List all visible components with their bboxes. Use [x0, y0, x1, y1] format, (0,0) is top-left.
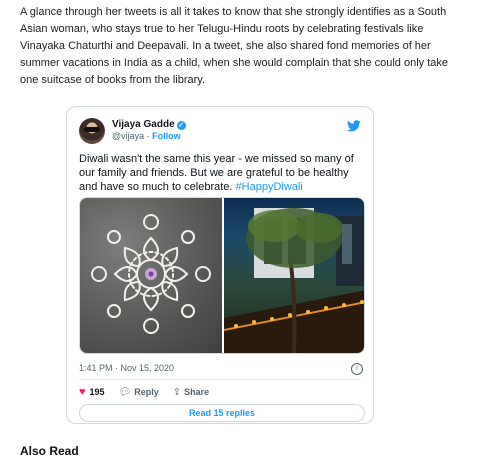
tweet-timestamp[interactable]: 1:41 PM · Nov 15, 2020 [79, 363, 174, 373]
article-paragraph: A glance through her tweets is all it ta… [20, 6, 449, 86]
verified-badge-icon: ✓ [176, 121, 186, 130]
like-count[interactable]: 195 [90, 387, 105, 397]
tweet-text: Diwali wasn't the same this year - we mi… [79, 152, 359, 194]
also-read-heading: Also Read [20, 444, 79, 458]
share-icon[interactable]: ⇪ [173, 387, 181, 398]
tweet-header: Vijaya Gadde ✓ @vijaya · Follow [79, 118, 361, 148]
heart-icon[interactable]: ♥ [79, 386, 86, 398]
author-handle[interactable]: @vijaya [112, 131, 144, 141]
twitter-bird-icon[interactable] [347, 120, 361, 132]
reply-button[interactable]: Reply [134, 387, 159, 397]
embedded-tweet[interactable]: Vijaya Gadde ✓ @vijaya · Follow Diwali wa… [66, 106, 374, 424]
read-replies-button[interactable]: Read 15 replies [79, 404, 365, 422]
info-icon[interactable]: i [351, 363, 363, 375]
rangoli-photo[interactable] [80, 198, 222, 353]
diwali-lights-photo[interactable] [223, 198, 364, 353]
diwali-lights-drawing [223, 208, 364, 353]
author-name-row[interactable]: Vijaya Gadde ✓ [112, 119, 186, 130]
author-name[interactable]: Vijaya Gadde [112, 119, 175, 130]
separator-dot: · [144, 131, 153, 141]
follow-link[interactable]: Follow [152, 131, 181, 141]
rangoli-drawing [91, 214, 211, 334]
share-button[interactable]: Share [184, 387, 209, 397]
tweet-media[interactable] [79, 197, 365, 354]
tweet-meta: 1:41 PM · Nov 15, 2020 i [79, 363, 363, 377]
author-handle-row: @vijaya · Follow [112, 131, 181, 141]
author-avatar[interactable] [79, 118, 105, 144]
reply-icon[interactable]: 💬︎ [119, 387, 132, 398]
tweet-actions: ♥ 195 💬︎ Reply ⇪ Share [79, 386, 223, 400]
hashtag-link[interactable]: #HappyDiwali [236, 181, 303, 193]
tweet-body: Diwali wasn't the same this year - we mi… [79, 153, 354, 193]
divider [79, 379, 361, 380]
